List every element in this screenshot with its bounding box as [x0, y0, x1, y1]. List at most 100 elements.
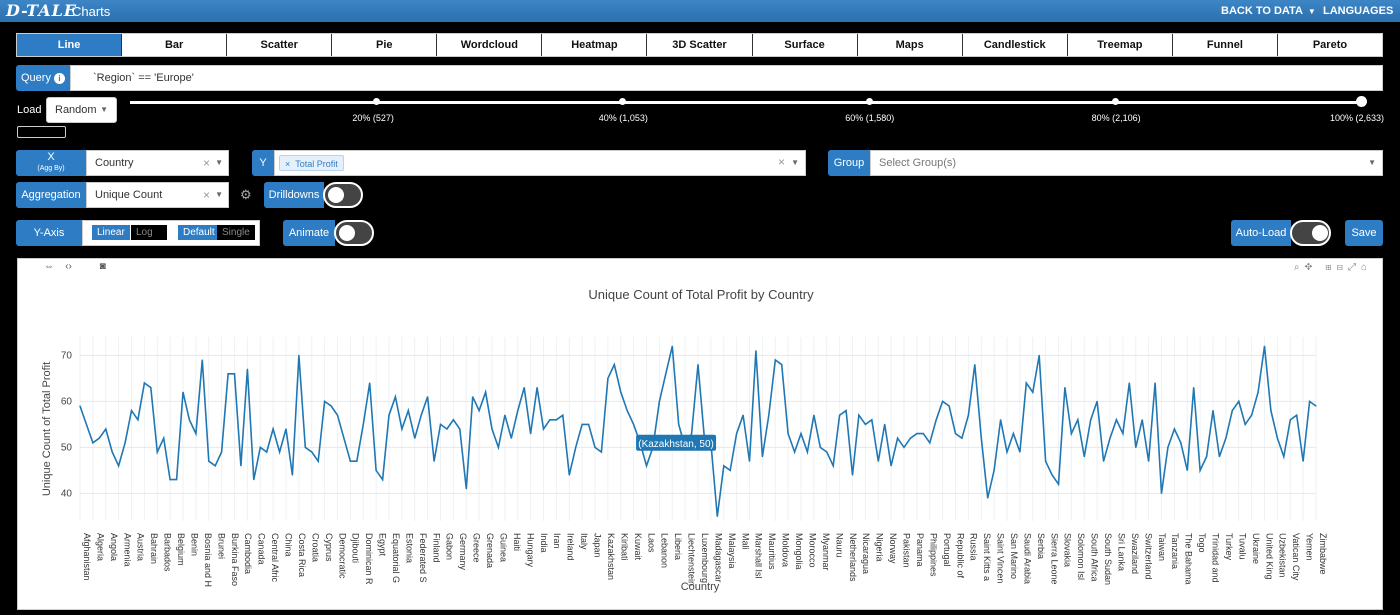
x-tick-label: Greece: [472, 533, 482, 563]
x-tick-label: Haiti: [512, 533, 522, 551]
tab-scatter[interactable]: Scatter: [227, 34, 333, 56]
data-point: [111, 451, 113, 453]
data-point: [1257, 391, 1259, 393]
x-tick-label: Nicaragua: [861, 533, 871, 574]
tab-pie[interactable]: Pie: [332, 34, 438, 56]
data-point: [813, 414, 815, 416]
auto-load-toggle[interactable]: [1290, 220, 1331, 246]
data-point: [768, 414, 770, 416]
data-point: [716, 515, 718, 517]
x-tick-label: Mali: [740, 533, 750, 550]
x-axis-title: Country: [681, 581, 720, 593]
load-type-select[interactable]: Random ▼: [46, 97, 117, 123]
x-tick-label: Mauritius: [767, 533, 777, 570]
tab-maps[interactable]: Maps: [858, 34, 963, 56]
tab-treemap[interactable]: Treemap: [1068, 34, 1173, 56]
y-chip[interactable]: × Total Profit: [279, 155, 344, 171]
data-point: [253, 479, 255, 481]
data-point: [1251, 414, 1253, 416]
data-point: [1199, 469, 1201, 471]
slider-mark[interactable]: [372, 98, 380, 105]
data-point: [182, 391, 184, 393]
data-point: [723, 465, 725, 467]
slider-mark[interactable]: [865, 98, 873, 105]
data-point: [1141, 419, 1143, 421]
tab-heatmap[interactable]: Heatmap: [542, 34, 648, 56]
data-point: [459, 428, 461, 430]
x-tick-label: The Bahama: [1184, 533, 1194, 585]
query-input[interactable]: `Region` == 'Europe': [70, 65, 1383, 91]
clear-icon[interactable]: ×: [203, 151, 210, 175]
data-point: [961, 437, 963, 439]
data-point: [1032, 391, 1034, 393]
x-tick-label: Ukraine: [1251, 533, 1261, 564]
data-point: [221, 451, 223, 453]
clear-icon[interactable]: ×: [203, 183, 210, 207]
tab-candlestick[interactable]: Candlestick: [963, 34, 1068, 56]
tab-wordcloud[interactable]: Wordcloud: [437, 34, 543, 56]
linear-option[interactable]: Linear: [92, 225, 130, 240]
load-size-input[interactable]: [17, 126, 66, 138]
data-point: [1109, 437, 1111, 439]
data-point: [999, 419, 1002, 421]
query-label: Query i: [16, 65, 70, 91]
x-tick-label: Panama: [915, 533, 925, 567]
data-point: [839, 414, 841, 416]
data-point: [806, 451, 809, 453]
chip-remove-icon[interactable]: ×: [285, 159, 290, 169]
data-point: [1070, 433, 1072, 435]
load-slider-track[interactable]: [130, 101, 1362, 104]
app-logo[interactable]: D-TALE: [6, 1, 77, 20]
animate-toggle[interactable]: [334, 220, 374, 246]
data-point: [324, 400, 326, 402]
group-select[interactable]: Select Group(s) ▼: [870, 150, 1383, 176]
x-axis-select[interactable]: Country × ▼: [86, 150, 229, 176]
x-tick-label: Nigeria: [875, 533, 885, 562]
data-point: [884, 423, 886, 425]
caret-down-icon: ▼: [215, 190, 223, 199]
y-axis-select[interactable]: × Total Profit × ▼: [274, 150, 806, 176]
x-tick-label: Switzerland: [1143, 533, 1153, 580]
aggregation-select[interactable]: Unique Count × ▼: [86, 182, 229, 208]
data-point: [491, 428, 493, 430]
x-tick-label: Croatia: [310, 533, 320, 562]
x-tick-label: Democratic: [337, 533, 347, 579]
data-point: [851, 474, 854, 476]
tab-pareto[interactable]: Pareto: [1278, 34, 1382, 56]
x-tick-label: Turkey: [1224, 533, 1234, 561]
log-option[interactable]: Log: [131, 225, 167, 240]
tab-funnel[interactable]: Funnel: [1173, 34, 1278, 56]
tab-bar[interactable]: Bar: [122, 34, 228, 56]
data-point: [832, 465, 834, 467]
data-point: [1244, 423, 1246, 425]
tab-surface[interactable]: Surface: [753, 34, 858, 56]
data-point: [980, 437, 982, 439]
gear-icon[interactable]: ⚙: [240, 187, 252, 203]
data-point: [1051, 474, 1053, 476]
y-axis-label: Y: [252, 150, 274, 176]
back-to-data-menu[interactable]: BACK TO DATA ▼: [1221, 5, 1316, 17]
x-tick-label: United King: [1264, 533, 1274, 580]
tab-3d-scatter[interactable]: 3D Scatter: [647, 34, 753, 56]
data-point: [278, 451, 281, 453]
drilldowns-toggle[interactable]: [323, 182, 363, 208]
slider-mark[interactable]: [1355, 96, 1367, 107]
tab-line[interactable]: Line: [17, 34, 123, 56]
data-point: [343, 437, 345, 439]
info-icon[interactable]: i: [54, 73, 66, 84]
data-point: [1083, 456, 1085, 458]
save-button[interactable]: Save: [1345, 220, 1383, 246]
languages-menu[interactable]: LANGUAGES▼: [1323, 5, 1400, 17]
x-tick-label: Republic of: [955, 533, 965, 579]
default-option[interactable]: Default: [178, 225, 220, 240]
clear-icon[interactable]: ×: [778, 155, 785, 169]
caret-down-icon: ▼: [215, 158, 223, 167]
data-point: [929, 442, 931, 444]
single-option[interactable]: Single: [217, 225, 255, 240]
chart-svg[interactable]: 40 50 60 70 Afghanistan Algeria Angola Armenia A…: [18, 259, 1384, 611]
data-point: [1167, 446, 1169, 448]
caret-down-icon: ▼: [100, 105, 108, 114]
chart-title: Unique Count of Total Profit by Country: [588, 287, 814, 302]
data-point: [678, 423, 680, 425]
load-label: Load: [17, 104, 42, 116]
